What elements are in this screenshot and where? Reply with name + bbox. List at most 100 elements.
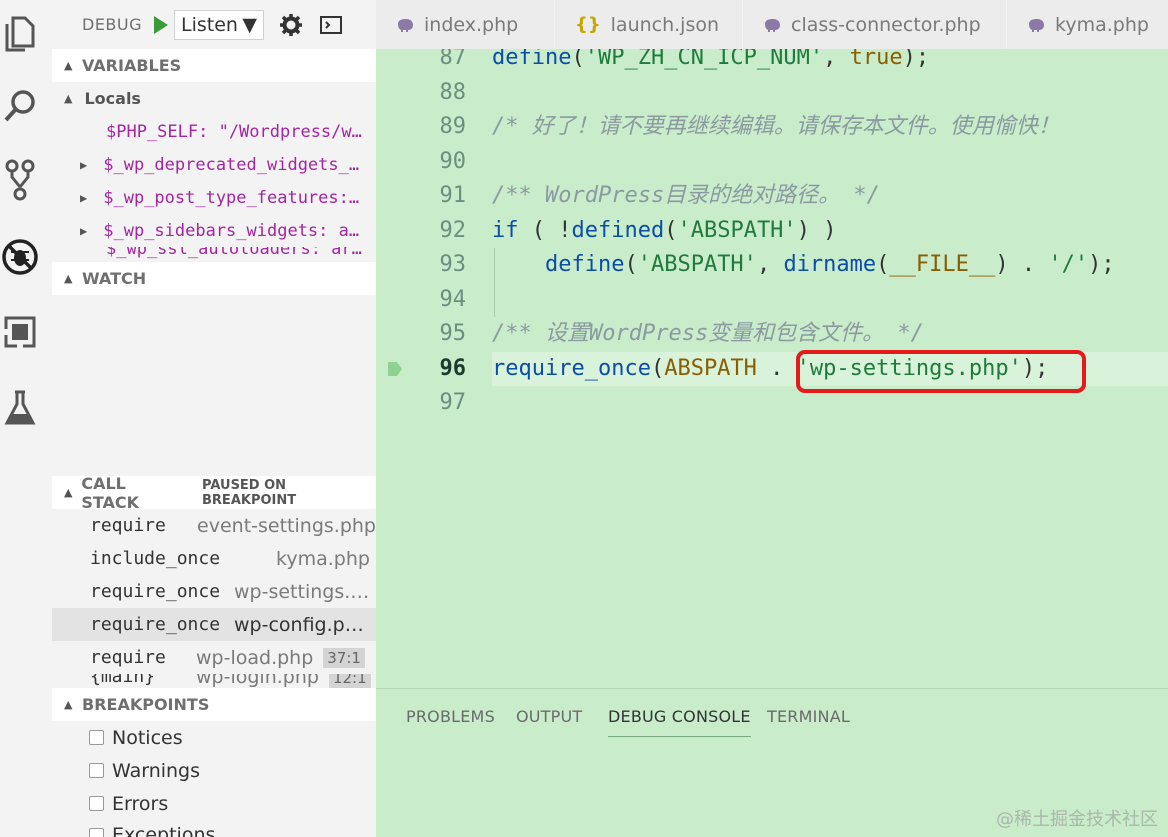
tab-launch-json[interactable]: {} launch.json — [555, 0, 743, 49]
line-number: 94 — [439, 287, 467, 312]
highlight-annotation-box — [796, 350, 1086, 393]
checkbox[interactable] — [89, 763, 104, 778]
chevron-down-icon: ▼ — [242, 13, 258, 36]
editor-tabs: index.php {} launch.json class-connector… — [376, 0, 1168, 49]
debug-sidebar: ▲ VARIABLES ▲ Locals $PHP_SELF: "/Wordpr… — [52, 49, 376, 837]
tab-label: index.php — [424, 13, 519, 36]
console-icon — [320, 15, 343, 34]
play-icon — [154, 15, 169, 34]
breakpoint-arrow-icon — [388, 362, 402, 376]
debug-icon[interactable] — [0, 235, 40, 279]
checkbox[interactable] — [89, 796, 104, 811]
stack-frame-selected[interactable]: require_once wp-config.p… — [52, 608, 376, 641]
line-number: 97 — [439, 390, 467, 415]
open-console-button[interactable] — [318, 12, 344, 38]
panel-tab-terminal[interactable]: TERMINAL — [767, 707, 850, 726]
locals-scope[interactable]: ▲ Locals — [52, 82, 376, 115]
extensions-icon[interactable] — [0, 310, 40, 354]
stack-frame[interactable]: {main} wp-login.php 12:1 — [52, 674, 376, 688]
explorer-icon[interactable] — [0, 12, 40, 56]
breakpoint-label: Notices — [112, 726, 183, 749]
frame-position-badge: 12:1 — [328, 674, 371, 688]
variables-section-header[interactable]: ▲ VARIABLES — [52, 49, 376, 82]
chevron-down-icon: ▲ — [64, 486, 73, 499]
watermark: @稀土掘金技术社区 — [996, 809, 1158, 830]
line-number: 93 — [439, 252, 467, 277]
line-number: 90 — [439, 149, 467, 174]
chevron-right-icon: ▶ — [80, 223, 88, 238]
frame-function: require — [90, 515, 166, 536]
variable-text: $PHP_SELF: "/Wordpress/w… — [106, 121, 362, 142]
panel-tab-output[interactable]: OUTPUT — [516, 707, 582, 726]
frame-function: include_once — [90, 548, 221, 569]
variable-text: $_wp_deprecated_widgets_… — [103, 154, 360, 175]
breakpoint-option[interactable]: Notices — [52, 721, 376, 754]
call-stack-section-header[interactable]: ▲ CALL STACK PAUSED ON BREAKPOINT — [52, 473, 376, 512]
chevron-right-icon: ▶ — [80, 190, 88, 205]
stack-frame[interactable]: require_once wp-settings.… — [52, 575, 376, 608]
search-icon[interactable] — [0, 84, 40, 128]
frame-function: require_once — [90, 581, 221, 602]
settings-gear-button[interactable] — [278, 12, 304, 38]
code-line: if ( !defined('ABSPATH') ) — [492, 218, 837, 243]
breakpoint-label: Warnings — [112, 759, 201, 782]
line-number: 91 — [439, 183, 467, 208]
chevron-down-icon: ▲ — [64, 92, 73, 105]
debug-label: DEBUG — [82, 15, 143, 34]
stack-frame[interactable]: require wp-load.php 37:1 — [52, 641, 376, 674]
tab-index-php[interactable]: index.php — [376, 0, 555, 49]
variable-item[interactable]: ▶ $_wp_post_type_features:… — [52, 181, 376, 214]
chevron-down-icon: ▲ — [64, 59, 73, 72]
breakpoints-section-header[interactable]: ▲ BREAKPOINTS — [52, 688, 376, 721]
panel-tab-problems[interactable]: PROBLEMS — [406, 707, 495, 726]
line-number: 87 — [439, 49, 467, 70]
test-icon[interactable] — [0, 386, 40, 430]
checkbox[interactable] — [89, 828, 104, 837]
code-line: define('ABSPATH', dirname(__FILE__) . '/… — [544, 252, 1115, 277]
tab-label: class-connector.php — [791, 13, 981, 36]
breakpoint-label: Errors — [112, 792, 169, 815]
stack-frame[interactable]: include_once kyma.php — [52, 542, 376, 575]
php-elephant-icon — [763, 18, 781, 32]
chevron-down-icon: ▲ — [64, 272, 73, 285]
chevron-right-icon: ▶ — [80, 157, 88, 172]
source-control-icon[interactable] — [0, 158, 40, 202]
frame-file: wp-settings.… — [234, 580, 370, 603]
variable-item[interactable]: $PHP_SELF: "/Wordpress/w… — [52, 115, 376, 148]
frame-file: wp-load.php — [196, 646, 314, 669]
breakpoint-option[interactable]: Warnings — [52, 754, 376, 787]
variable-text: $_wp_post_type_features:… — [103, 187, 360, 208]
section-title: CALL STACK — [81, 473, 140, 512]
code-editor[interactable]: 87 88 89 90 91 92 93 94 95 96 97 define(… — [376, 49, 1168, 688]
frame-function: require — [90, 647, 166, 668]
tab-kyma-php[interactable]: kyma.php — [1007, 0, 1168, 49]
section-title: BREAKPOINTS — [82, 695, 210, 714]
frame-file: wp-login.php — [196, 674, 319, 688]
debug-toolbar: DEBUG Listen ▼ — [52, 0, 376, 49]
debug-config-select[interactable]: Listen ▼ — [174, 9, 265, 40]
code-line: /** WordPress目录的绝对路径。 */ — [492, 183, 880, 208]
tab-label: kyma.php — [1055, 13, 1149, 36]
locals-label: Locals — [84, 89, 141, 108]
frame-function: require_once — [90, 614, 221, 635]
panel-tab-debug-console[interactable]: DEBUG CONSOLE — [608, 707, 751, 737]
frame-file: event-settings.php — [197, 514, 376, 537]
chevron-down-icon: ▲ — [64, 698, 73, 711]
code-line: /** 设置WordPress变量和包含文件。 */ — [492, 321, 924, 346]
php-elephant-icon — [396, 18, 414, 32]
breakpoint-option[interactable]: Exceptions — [52, 820, 376, 837]
code-line: /* 好了！请不要再继续编辑。请保存本文件。使用愉快！ — [492, 114, 1060, 139]
debug-config-value: Listen — [181, 13, 238, 36]
variable-item[interactable]: ▶ $_wp_deprecated_widgets_… — [52, 148, 376, 181]
section-title: VARIABLES — [82, 56, 182, 75]
variable-text: $_wp_sidebars_widgets: a… — [103, 220, 360, 241]
start-debugging-button[interactable] — [150, 11, 172, 39]
breakpoint-option[interactable]: Errors — [52, 787, 376, 820]
stack-frame[interactable]: require event-settings.php — [52, 509, 376, 542]
watch-section-header[interactable]: ▲ WATCH — [52, 262, 376, 295]
variable-text: $_wp_ssl_autoloaders: ar… — [106, 247, 362, 259]
variable-item[interactable]: $_wp_ssl_autoloaders: ar… — [52, 247, 376, 261]
tab-class-connector-php[interactable]: class-connector.php — [743, 0, 1007, 49]
variable-item[interactable]: ▶ $_wp_sidebars_widgets: a… — [52, 214, 376, 247]
checkbox[interactable] — [89, 730, 104, 745]
